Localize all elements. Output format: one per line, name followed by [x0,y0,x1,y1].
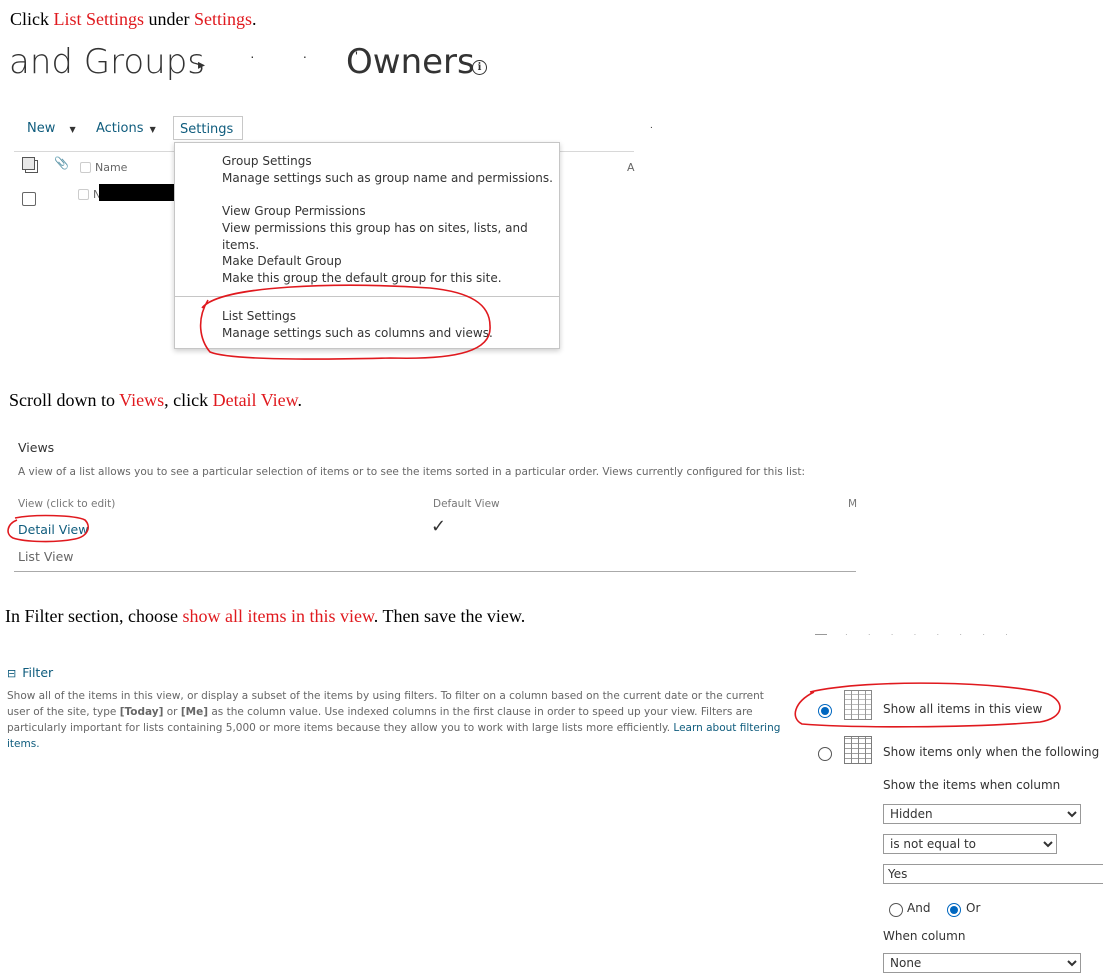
collapse-icon: ⊟ [7,667,17,680]
views-description: A view of a list allows you to see a par… [18,466,806,478]
default-view-check-icon: ✓ [431,516,447,536]
annotation-ring-detail-view [7,514,89,543]
chevron-down-icon: ▼ [69,125,76,134]
attachment-icon: 📎 [54,156,69,170]
menu-item-group-settings[interactable]: Group Settings Manage settings such as g… [222,153,553,187]
cropped-text-fragment [815,634,827,635]
radio-and[interactable] [889,903,903,917]
radio-or[interactable] [947,903,961,917]
filter-operator-select[interactable]: is not equal to [883,834,1057,854]
info-icon[interactable]: i [472,60,487,75]
redacted-item-name [99,184,177,201]
new-button[interactable]: New ▼ [27,121,76,136]
filter-column-select[interactable]: Hidden [883,804,1081,824]
instruction-target-show-all-items: show all items in this view [182,606,374,626]
actions-button[interactable]: Actions ▼ [96,121,156,136]
second-filter-column-select[interactable]: None [883,953,1081,973]
instruction-target-views: Views [119,390,165,410]
radio-show-filtered-items[interactable] [818,747,832,761]
settings-button[interactable]: Settings ▼ [173,116,243,150]
label-show-filtered-items[interactable]: Show items only when the following is tr… [883,745,1103,759]
filter-value-input[interactable] [883,864,1103,884]
column-header-m: M [848,498,858,510]
instruction-target-list-settings: List Settings [53,9,145,29]
views-heading: Views [18,440,55,455]
instruction-target-settings: Settings [194,9,253,29]
instruction-step-1: Click List Settings under Settings. [10,9,257,29]
column-header-view: View (click to edit) [18,498,116,510]
instruction-step-3: In Filter section, choose show all items… [5,606,526,626]
breadcrumb-separator-icon: ▸ [198,56,206,72]
row-checkbox[interactable] [22,192,36,206]
page-title-owners: Owners [346,42,475,82]
column-header-name[interactable]: Name [95,161,127,174]
when-column-label: When column [883,929,966,943]
select-all-checkbox[interactable] [80,162,91,173]
menu-item-view-group-permissions[interactable]: View Group Permissions View permissions … [222,203,559,254]
column-header-a[interactable]: A [627,161,635,174]
views-table-divider [14,571,856,572]
label-or: Or [966,901,981,915]
view-link-list-view[interactable]: List View [18,549,74,564]
instruction-step-2: Scroll down to Views, click Detail View. [9,390,302,410]
stray-dot: . [650,120,653,131]
label-and: And [907,901,931,915]
filter-heading: Filter [22,665,54,680]
annotation-ring-list-settings [199,284,491,360]
filter-description: Show all of the items in this view, or d… [7,690,781,750]
annotation-ring-show-all-items [794,682,1061,728]
filter-section-toggle[interactable]: ⊟ Filter [7,665,53,680]
breadcrumb-groups[interactable]: and Groups [9,42,205,82]
filtered-list-icon [844,736,872,764]
row-item-checkbox[interactable] [78,189,89,200]
item-type-icon [22,157,35,170]
show-when-column-label: Show the items when column [883,778,1061,792]
page-title: and Groups [9,42,205,82]
cropped-text-fragment-dots: · · · · · · · · [845,630,1017,639]
chevron-down-icon: ▼ [149,125,156,134]
column-header-default-view: Default View [433,498,500,510]
instruction-target-detail-view: Detail View [212,390,298,410]
